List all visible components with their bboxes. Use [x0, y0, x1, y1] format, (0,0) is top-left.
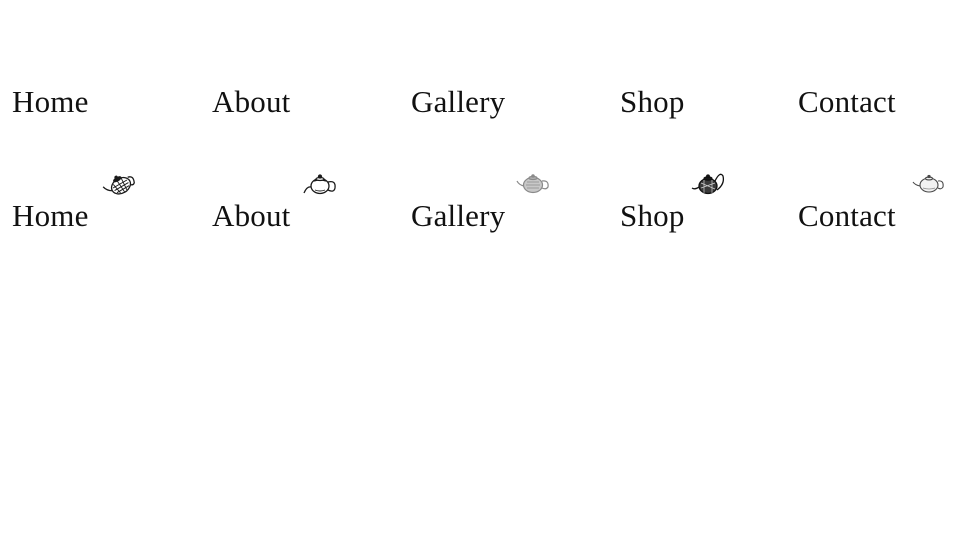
nav-icon-link-about[interactable]: About [212, 196, 291, 236]
nav-link-label: Shop [620, 198, 685, 233]
nav-link-gallery[interactable]: Gallery [411, 82, 505, 122]
nav-link-label: Home [12, 84, 89, 119]
nav-link-label: Home [12, 198, 89, 233]
nav-link-label: Shop [620, 84, 685, 119]
nav-menu-plain: Home About Gallery Shop Contact [0, 82, 960, 122]
nav-link-about[interactable]: About [212, 82, 291, 122]
nav-icon-link-shop[interactable]: Shop [620, 196, 685, 236]
teapot-icon [911, 166, 947, 200]
nav-link-shop[interactable]: Shop [620, 82, 685, 122]
nav-link-label: About [212, 198, 291, 233]
nav-link-home[interactable]: Home [12, 82, 89, 122]
nav-link-label: Gallery [411, 198, 506, 233]
nav-icon-link-home[interactable]: Home [12, 196, 89, 236]
nav-icon-link-contact[interactable]: Contact [798, 196, 896, 236]
nav-link-label: About [212, 84, 291, 119]
teapot-icon [102, 166, 138, 200]
teapot-icon [515, 166, 551, 200]
nav-link-label: Gallery [411, 84, 506, 119]
nav-link-label: Contact [798, 84, 896, 119]
teapot-icon [302, 166, 338, 200]
nav-icon-link-gallery[interactable]: Gallery [411, 196, 505, 236]
teapot-icon [690, 166, 726, 200]
nav-link-label: Contact [798, 198, 896, 233]
nav-menu-with-icons: Home About Gallery Shop Contact [0, 173, 960, 236]
nav-link-contact[interactable]: Contact [798, 82, 896, 122]
